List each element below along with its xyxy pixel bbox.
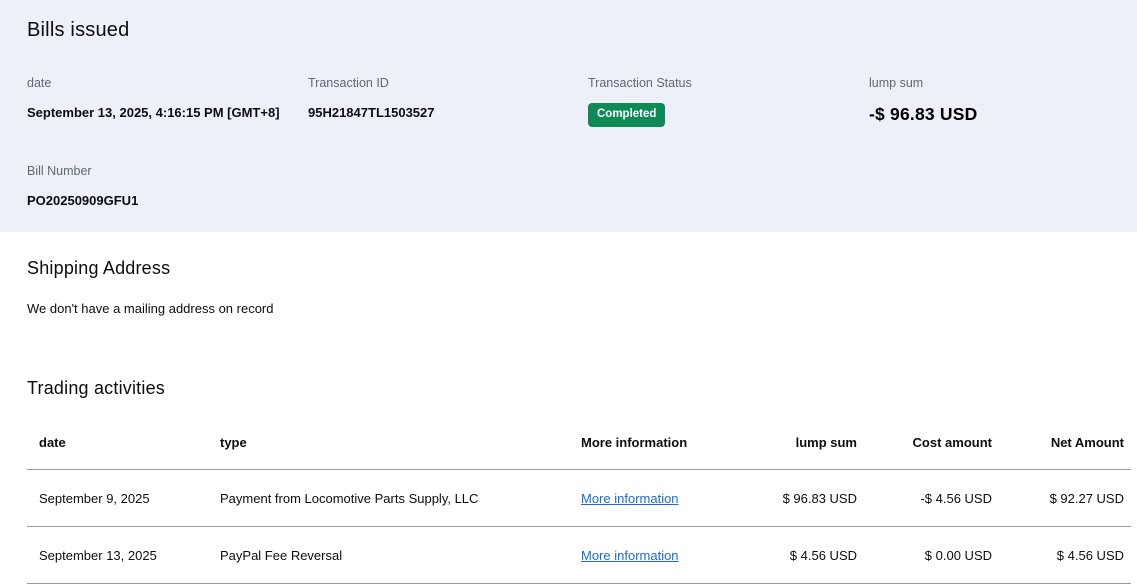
column-header-cost-amount: Cost amount: [912, 435, 992, 450]
shipping-address-message: We don't have a mailing address on recor…: [27, 301, 274, 316]
cell-type: PayPal Fee Reversal: [220, 547, 343, 563]
bill-summary-header: Bills issued date September 13, 2025, 4:…: [0, 0, 1137, 232]
cell-cost-amount: $ 0.00 USD: [924, 547, 992, 563]
field-transaction-status: Transaction Status Completed: [588, 76, 869, 127]
table-row: September 13, 2025 PayPal Fee Reversal M…: [27, 527, 1131, 584]
column-header-type: type: [220, 435, 247, 450]
status-badge: Completed: [588, 103, 666, 127]
field-transaction-id: Transaction ID 95H21847TL1503527: [308, 76, 588, 127]
trading-activities-title: Trading activities: [27, 378, 165, 398]
lump-sum-label: lump sum: [869, 76, 924, 90]
transaction-status-label: Transaction Status: [588, 76, 692, 90]
trading-activities-table: date type More information lump sum Cost…: [27, 416, 1131, 584]
field-lump-sum: lump sum -$ 96.83 USD: [869, 76, 1110, 127]
transaction-id-label: Transaction ID: [308, 76, 389, 90]
lump-sum-value: -$ 96.83 USD: [869, 104, 978, 124]
cell-date: September 13, 2025: [39, 547, 157, 563]
shipping-address-title: Shipping Address: [27, 258, 171, 278]
cell-lump-sum: $ 96.83 USD: [782, 490, 857, 506]
bill-number-label: Bill Number: [27, 163, 92, 178]
bill-number-value: PO20250909GFU1: [27, 192, 139, 208]
cell-date: September 9, 2025: [39, 490, 150, 506]
cell-net-amount: $ 92.27 USD: [1049, 490, 1124, 506]
column-header-net-amount: Net Amount: [1050, 435, 1124, 450]
field-date: date September 13, 2025, 4:16:15 PM [GMT…: [27, 76, 308, 127]
cell-net-amount: $ 4.56 USD: [1056, 547, 1124, 563]
summary-fields-row: date September 13, 2025, 4:16:15 PM [GMT…: [27, 76, 1110, 127]
table-header-row: date type More information lump sum Cost…: [27, 416, 1131, 470]
column-header-more-information: More information: [581, 435, 688, 450]
table-row: September 9, 2025 Payment from Locomotiv…: [27, 470, 1131, 527]
cell-lump-sum: $ 4.56 USD: [789, 547, 857, 563]
column-header-lump-sum: lump sum: [795, 435, 857, 450]
trading-activities-section: Trading activities: [0, 378, 1137, 399]
cell-cost-amount: -$ 4.56 USD: [920, 490, 992, 506]
column-header-date: date: [39, 435, 66, 450]
more-information-link[interactable]: More information: [581, 548, 679, 563]
field-bill-number: Bill Number PO20250909GFU1: [27, 164, 1110, 210]
date-value: September 13, 2025, 4:16:15 PM [GMT+8]: [27, 105, 280, 120]
shipping-address-section: Shipping Address We don't have a mailing…: [0, 232, 1137, 316]
more-information-link[interactable]: More information: [581, 491, 679, 506]
cell-type: Payment from Locomotive Parts Supply, LL…: [220, 490, 479, 506]
date-label: date: [27, 76, 52, 90]
transaction-id-value: 95H21847TL1503527: [308, 105, 435, 120]
page-title: Bills issued: [27, 19, 130, 41]
